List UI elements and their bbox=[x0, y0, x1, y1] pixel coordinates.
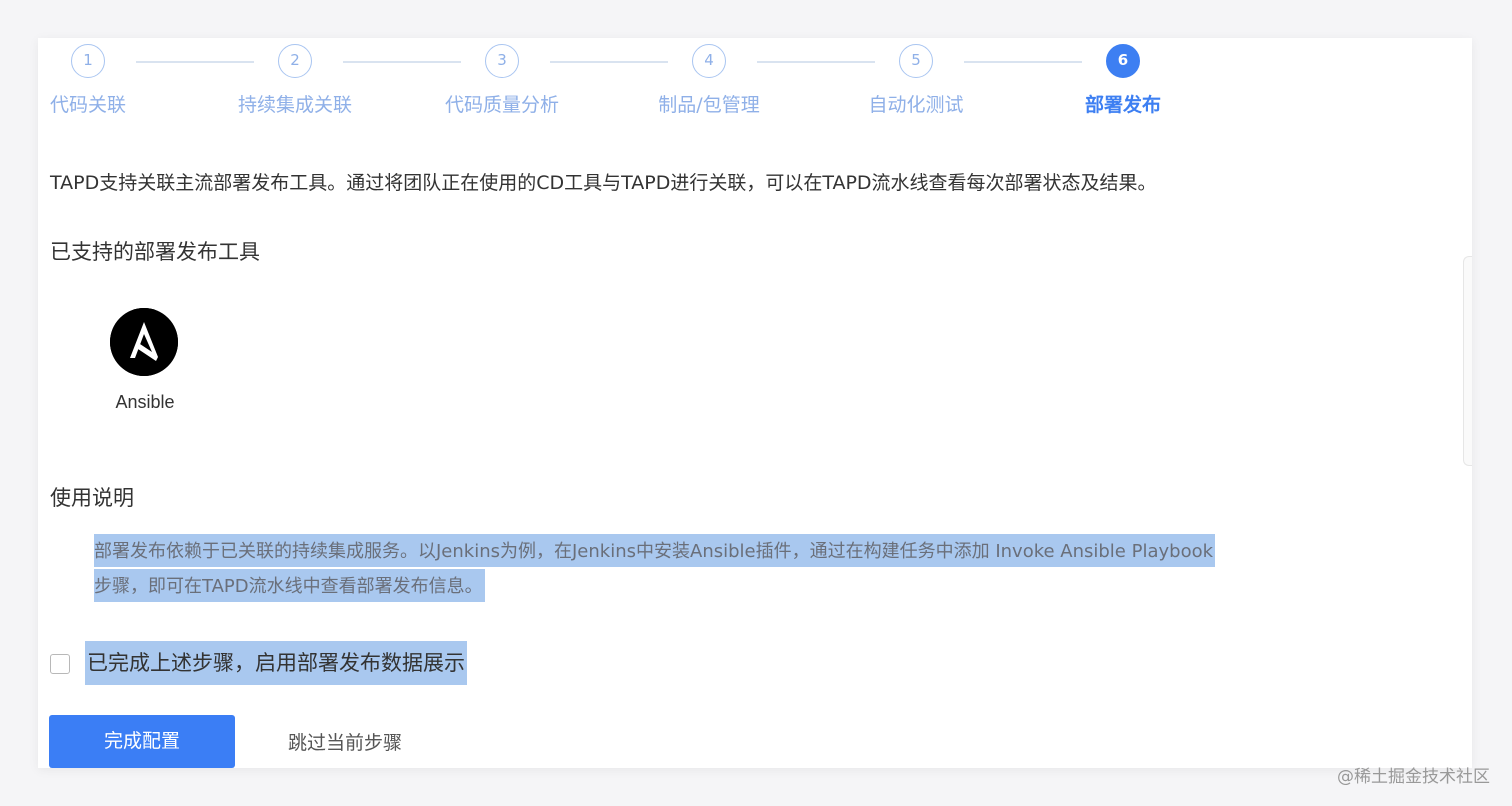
step-3-indicator[interactable]: 3 bbox=[485, 44, 519, 78]
stepper: 1 2 3 4 5 6 代码关联 持续集成关联 代码质量分析 制品/包管理 自动… bbox=[38, 38, 1472, 128]
supported-tools-title: 已支持的部署发布工具 bbox=[50, 240, 260, 264]
step-1-indicator[interactable]: 1 bbox=[71, 44, 105, 78]
enable-deploy-data-checkbox[interactable] bbox=[50, 654, 70, 674]
step-5-label[interactable]: 自动化测试 bbox=[868, 90, 963, 117]
usage-title: 使用说明 bbox=[50, 486, 134, 510]
config-card: 1 2 3 4 5 6 代码关联 持续集成关联 代码质量分析 制品/包管理 自动… bbox=[38, 38, 1472, 768]
step-4-label[interactable]: 制品/包管理 bbox=[658, 90, 759, 117]
intro-text: TAPD支持关联主流部署发布工具。通过将团队正在使用的CD工具与TAPD进行关联… bbox=[50, 172, 1157, 194]
usage-line-1: 部署发布依赖于已关联的持续集成服务。以Jenkins为例，在Jenkins中安装… bbox=[94, 534, 1216, 567]
watermark: @稀土掘金技术社区 bbox=[1337, 767, 1490, 787]
step-6-indicator[interactable]: 6 bbox=[1106, 44, 1140, 78]
step-connector bbox=[964, 61, 1082, 63]
usage-description: 部署发布依赖于已关联的持续集成服务。以Jenkins为例，在Jenkins中安装… bbox=[94, 534, 1470, 602]
step-connector bbox=[136, 61, 254, 63]
step-6-label[interactable]: 部署发布 bbox=[1085, 90, 1161, 117]
step-5-indicator[interactable]: 5 bbox=[899, 44, 933, 78]
step-3-label[interactable]: 代码质量分析 bbox=[445, 90, 559, 117]
step-4-indicator[interactable]: 4 bbox=[692, 44, 726, 78]
usage-line-2: 步骤，即可在TAPD流水线中查看部署发布信息。 bbox=[94, 569, 485, 602]
step-connector bbox=[343, 61, 461, 63]
side-scroll-handle[interactable] bbox=[1463, 256, 1472, 466]
finish-config-button[interactable]: 完成配置 bbox=[49, 715, 235, 768]
step-connector bbox=[757, 61, 875, 63]
skip-step-link[interactable]: 跳过当前步骤 bbox=[288, 728, 402, 755]
ansible-logo-icon bbox=[110, 308, 178, 376]
tool-name: Ansible bbox=[115, 392, 175, 412]
step-connector bbox=[550, 61, 668, 63]
step-2-label[interactable]: 持续集成关联 bbox=[238, 90, 352, 117]
step-1-label[interactable]: 代码关联 bbox=[50, 90, 126, 117]
enable-deploy-data-label[interactable]: 已完成上述步骤，启用部署发布数据展示 bbox=[85, 641, 467, 685]
step-2-indicator[interactable]: 2 bbox=[278, 44, 312, 78]
tool-ansible[interactable]: Ansible bbox=[110, 308, 180, 412]
